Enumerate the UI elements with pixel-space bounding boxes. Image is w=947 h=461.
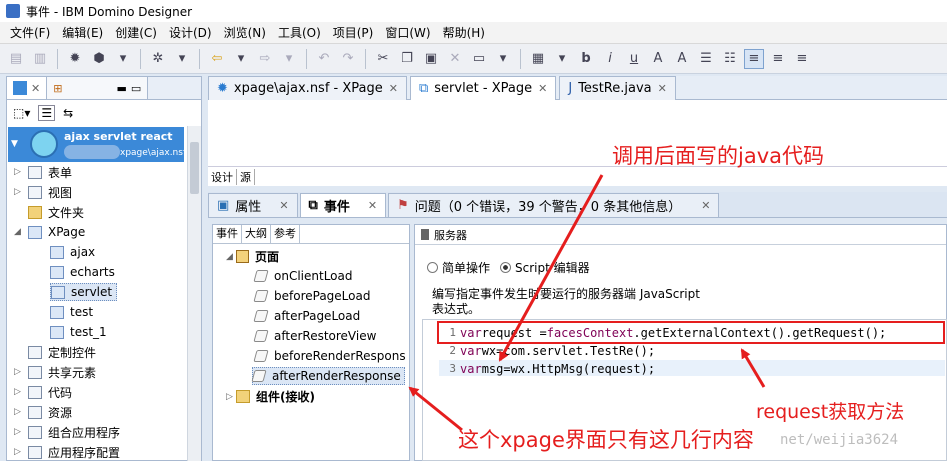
- annotation-top: 调用后面写的java代码: [612, 144, 824, 168]
- watermark: net/weijia3624: [780, 432, 899, 448]
- annotation-arrow: [408, 386, 463, 432]
- annotation-right: request获取方法: [756, 401, 905, 423]
- annotation-bottom: 这个xpage界面只有这几行内容: [458, 428, 754, 452]
- annotation-arrows: [408, 174, 766, 432]
- annotation-arrow: [498, 174, 604, 362]
- annotation-arrow: [740, 348, 766, 388]
